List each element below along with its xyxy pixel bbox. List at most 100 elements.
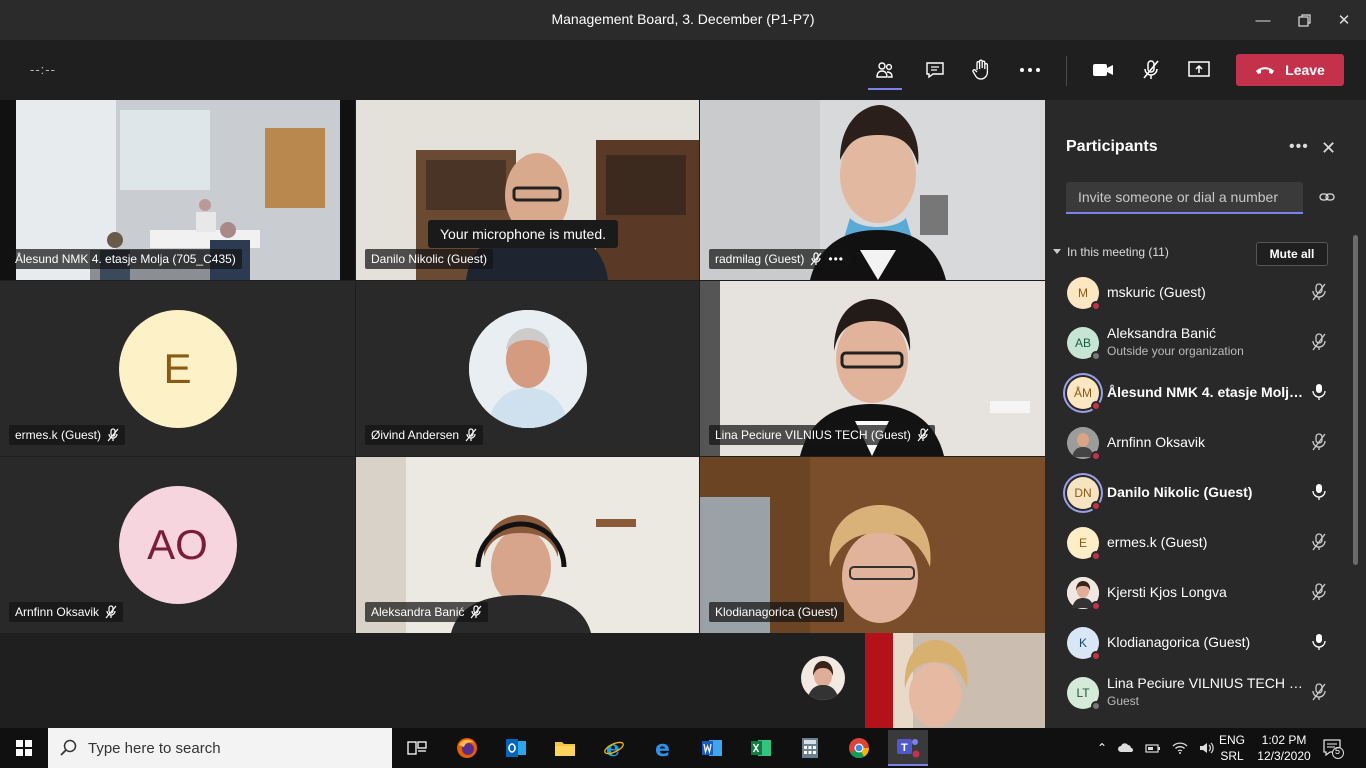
participant-row[interactable]: Arnfinn Oksavik: [1045, 418, 1355, 468]
svg-text:T: T: [901, 742, 908, 754]
video-tile[interactable]: radmilag (Guest) •••: [700, 100, 1045, 280]
tile-more-icon[interactable]: •••: [828, 252, 844, 266]
share-screen-button[interactable]: [1182, 53, 1216, 87]
input-language[interactable]: ENG SRL: [1219, 728, 1245, 768]
participant-row[interactable]: ÅM Ålesund NMK 4. etasje Molja...: [1045, 368, 1355, 418]
mic-button[interactable]: [1134, 53, 1168, 87]
more-icon: [1020, 68, 1040, 72]
onedrive-icon[interactable]: [1118, 743, 1134, 753]
restore-icon: [1297, 13, 1311, 27]
participant-nametag: Arnfinn Oksavik: [9, 602, 124, 622]
participant-avatar: DN: [1067, 477, 1101, 511]
participant-row[interactable]: LT Lina Peciure VILNIUS TECH (G... Guest: [1045, 668, 1355, 718]
video-tile[interactable]: Lina Peciure VILNIUS TECH (Guest): [700, 281, 1045, 456]
minimize-button[interactable]: —: [1240, 0, 1286, 40]
participant-name: Ålesund NMK 4. etasje Molja...: [1107, 384, 1307, 400]
internet-explorer-icon[interactable]: e: [594, 732, 634, 764]
wifi-icon[interactable]: [1172, 741, 1188, 755]
person-photo-icon: [807, 661, 839, 700]
video-tile[interactable]: Øivind Andersen: [356, 281, 699, 456]
video-tile[interactable]: Ålesund NMK 4. etasje Molja (705_C435): [0, 100, 355, 280]
search-icon: [60, 739, 77, 756]
participants-panel: Participants ••• ✕ In this meeting (11) …: [1045, 100, 1366, 728]
firefox-icon[interactable]: [447, 732, 487, 764]
mute-all-button[interactable]: Mute all: [1256, 242, 1328, 266]
share-link-icon[interactable]: [1319, 190, 1335, 208]
participant-subtitle: Outside your organization: [1107, 344, 1244, 358]
participant-row[interactable]: AB Aleksandra Banić Outside your organiz…: [1045, 318, 1355, 368]
participant-nametag: radmilag (Guest) •••: [709, 249, 850, 269]
show-hidden-icons[interactable]: ⌃: [1097, 741, 1107, 755]
mic-muted-icon: [470, 605, 482, 619]
notification-count: 5: [1335, 746, 1341, 756]
participant-nametag: ermes.k (Guest): [9, 425, 126, 445]
panel-close-icon[interactable]: ✕: [1321, 138, 1336, 159]
more-actions-button[interactable]: [1013, 53, 1047, 87]
participant-name: ermes.k (Guest): [1107, 534, 1208, 550]
edge-icon[interactable]: e: [643, 732, 683, 764]
hand-icon: [972, 59, 989, 80]
participant-row[interactable]: K Klodianagorica (Guest): [1045, 618, 1355, 668]
participant-list: M mskuric (Guest) AB Aleksandra Banić Ou…: [1045, 268, 1355, 718]
teams-icon[interactable]: T: [888, 730, 928, 766]
overflow-strip: [0, 633, 1045, 728]
battery-icon[interactable]: [1145, 742, 1161, 754]
toolbar-separator: [1066, 56, 1067, 86]
teams-window: Management Board, 3. December (P1-P7) — …: [0, 0, 1366, 768]
people-icon: [876, 62, 893, 78]
video-tile[interactable]: AO Arnfinn Oksavik: [0, 457, 355, 633]
video-tile[interactable]: Klodianagorica (Guest): [700, 457, 1045, 633]
panel-more-icon[interactable]: •••: [1289, 138, 1309, 156]
excel-icon[interactable]: [741, 732, 781, 764]
participant-row[interactable]: E ermes.k (Guest): [1045, 518, 1355, 568]
video-tile[interactable]: Aleksandra Banić: [356, 457, 699, 633]
panel-title: Participants: [1066, 138, 1158, 155]
overflow-participant-avatar[interactable]: [801, 656, 845, 700]
participant-avatar: ÅM: [1067, 377, 1101, 411]
participant-avatar: M: [1067, 277, 1101, 311]
invite-input[interactable]: [1066, 182, 1303, 214]
in-meeting-section-header[interactable]: In this meeting (11): [1053, 245, 1169, 259]
camera-button[interactable]: [1086, 53, 1120, 87]
start-button[interactable]: [0, 728, 48, 768]
mic-muted-icon: [1311, 533, 1327, 556]
notifications-icon: [1323, 739, 1344, 759]
word-icon[interactable]: [692, 732, 732, 764]
taskbar-search[interactable]: Type here to search: [48, 728, 392, 768]
close-window-button[interactable]: ✕: [1321, 0, 1366, 40]
self-view-video[interactable]: [865, 633, 1045, 728]
chat-icon: [926, 62, 944, 79]
self-video: [865, 633, 1045, 728]
call-timer: --:--: [30, 62, 56, 77]
participant-row[interactable]: M mskuric (Guest): [1045, 268, 1355, 318]
clock[interactable]: 1:02 PM 12/3/2020: [1256, 728, 1312, 768]
calculator-icon[interactable]: [790, 732, 830, 764]
participant-avatar: AO: [118, 486, 237, 604]
svg-text:e: e: [655, 737, 670, 759]
participant-nametag: Klodianagorica (Guest): [709, 602, 844, 622]
video-tile[interactable]: E ermes.k (Guest): [0, 281, 355, 456]
participant-photo: [1067, 427, 1101, 461]
outlook-icon[interactable]: [496, 732, 536, 764]
leave-button[interactable]: Leave: [1236, 54, 1344, 86]
mic-muted-icon: [1311, 583, 1327, 606]
volume-icon[interactable]: [1199, 741, 1215, 755]
participant-row[interactable]: DN Danilo Nikolic (Guest): [1045, 468, 1355, 518]
task-view-icon[interactable]: [397, 732, 437, 764]
windows-taskbar: Type here to search e e T ⌃ ENG SRL 1:02…: [0, 728, 1366, 768]
file-explorer-icon[interactable]: [545, 732, 585, 764]
video-tile[interactable]: Danilo Nikolic (Guest): [356, 100, 699, 280]
action-center-button[interactable]: 5: [1322, 728, 1344, 768]
chrome-icon[interactable]: [839, 732, 879, 764]
participant-nametag: Lina Peciure VILNIUS TECH (Guest): [709, 425, 935, 445]
raise-hand-button[interactable]: [964, 53, 998, 87]
mic-muted-icon: [1311, 333, 1327, 356]
participant-row[interactable]: Kjersti Kjos Longva: [1045, 568, 1355, 618]
show-conversation-button[interactable]: [918, 53, 952, 87]
system-tray: ⌃: [1097, 728, 1215, 768]
mic-icon: [1311, 633, 1327, 656]
mic-muted-icon: [1311, 683, 1327, 706]
mic-muted-icon: [465, 428, 477, 442]
show-participants-button[interactable]: [868, 53, 902, 90]
hang-up-icon: [1256, 67, 1275, 74]
